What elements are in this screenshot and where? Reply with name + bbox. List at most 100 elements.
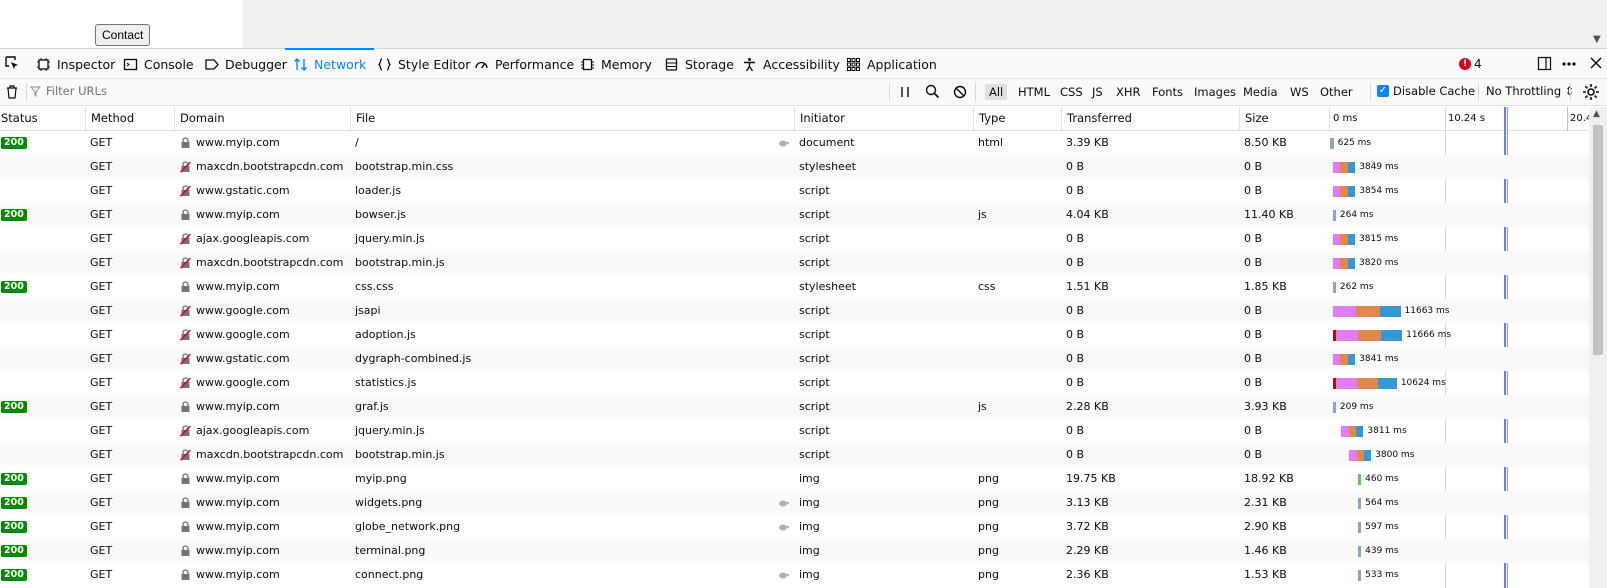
- insecure-lock-icon: [180, 305, 191, 317]
- type-cell: js: [978, 400, 987, 413]
- lock-icon: [181, 401, 190, 412]
- table-row[interactable]: 200 GET www.myip.com bowser.js script js 4.04 …: [0, 203, 1589, 227]
- scroll-up-arrow-icon[interactable]: ▲: [1593, 109, 1600, 119]
- page-scrollbar[interactable]: ▼: [1589, 0, 1607, 48]
- status-badge: 200: [1, 473, 27, 485]
- initiator-cell: img: [799, 496, 820, 509]
- column-header-file[interactable]: File: [350, 107, 794, 130]
- table-row[interactable]: 200 GET www.myip.com myip.png img png 19.75 KB…: [0, 467, 1589, 491]
- transferred-cell: 2.28 KB: [1066, 400, 1109, 413]
- size-cell: 0 B: [1244, 424, 1263, 437]
- method-cell: GET: [90, 520, 113, 533]
- element-picker-icon[interactable]: [4, 55, 20, 71]
- scroll-down-arrow-icon[interactable]: ▼: [1593, 34, 1601, 45]
- column-header-domain[interactable]: Domain: [174, 107, 350, 130]
- column-header-transferred[interactable]: Transferred: [1061, 107, 1239, 130]
- filter-urls-input[interactable]: Filter URLs: [30, 84, 107, 98]
- initiator-cell: script: [799, 208, 830, 221]
- transferred-cell: 0 B: [1066, 376, 1085, 389]
- type-cell: png: [978, 520, 999, 533]
- waterfall-segment-connect: [1356, 426, 1364, 437]
- column-header-status[interactable]: Status: [0, 107, 85, 130]
- tab-style-editor[interactable]: Style Editor: [377, 49, 470, 79]
- type-filter-other[interactable]: Other: [1316, 84, 1357, 100]
- table-row[interactable]: GET maxcdn.bootstrapcdn.com bootstrap.min.…: [0, 251, 1589, 275]
- type-filter-fonts[interactable]: Fonts: [1148, 84, 1187, 100]
- table-row[interactable]: GET www.google.com statistics.js script 0 B 0…: [0, 371, 1589, 395]
- tab-memory[interactable]: Memory: [580, 49, 652, 79]
- initiator-cell: script: [799, 352, 830, 365]
- tab-console[interactable]: Console: [123, 49, 194, 79]
- tab-performance[interactable]: Performance: [474, 49, 574, 79]
- tab-network[interactable]: Network: [284, 48, 375, 79]
- table-row[interactable]: 200 GET www.myip.com / document html 3.39 KB 8.…: [0, 131, 1589, 155]
- error-count-badge[interactable]: ! 4: [1459, 57, 1482, 71]
- block-icon[interactable]: [953, 85, 967, 99]
- size-cell: 2.31 KB: [1244, 496, 1287, 509]
- settings-gear-icon[interactable]: [1582, 83, 1600, 101]
- tab-accessibility[interactable]: Accessibility: [742, 49, 840, 79]
- dock-side-icon[interactable]: [1537, 56, 1552, 71]
- type-cell: [973, 251, 1061, 275]
- domain-cell: maxcdn.bootstrapcdn.com: [174, 251, 350, 275]
- contact-button[interactable]: Contact: [95, 24, 151, 46]
- table-row[interactable]: GET www.google.com adoption.js script 0 B 0 B…: [0, 323, 1589, 347]
- pause-icon[interactable]: [899, 85, 911, 99]
- waterfall-segment-wait: [1358, 546, 1362, 557]
- throttling-select[interactable]: No Throttling ⇕: [1486, 84, 1574, 98]
- type-filter-images[interactable]: Images: [1190, 84, 1240, 100]
- table-row[interactable]: GET www.google.com jsapi script 0 B 0 B 11663 …: [0, 299, 1589, 323]
- table-row[interactable]: 200 GET www.myip.com css.css stylesheet css 1.…: [0, 275, 1589, 299]
- type-filter-js[interactable]: JS: [1088, 84, 1107, 100]
- type-filter-html[interactable]: HTML: [1014, 84, 1054, 100]
- table-row[interactable]: GET www.gstatic.com dygraph-combined.js scr…: [0, 347, 1589, 371]
- disable-cache-checkbox[interactable]: ✓ Disable Cache: [1377, 84, 1475, 98]
- table-row[interactable]: GET maxcdn.bootstrapcdn.com bootstrap.min.…: [0, 443, 1589, 467]
- column-header-initiator[interactable]: Initiator: [794, 107, 973, 130]
- waterfall-timing-label: 3820 ms: [1359, 258, 1399, 268]
- table-row[interactable]: 200 GET www.myip.com widgets.png img png 3.13 …: [0, 491, 1589, 515]
- column-header-size[interactable]: Size: [1239, 107, 1329, 130]
- insecure-lock-icon: [180, 185, 191, 197]
- type-cell: js: [978, 208, 987, 221]
- table-row[interactable]: 200 GET www.myip.com terminal.png img png 2.29…: [0, 539, 1589, 563]
- type-filter-css[interactable]: CSS: [1056, 84, 1087, 100]
- domain-cell: www.myip.com: [174, 539, 350, 563]
- table-row[interactable]: GET maxcdn.bootstrapcdn.com bootstrap.min.…: [0, 155, 1589, 179]
- transferred-cell: 0 B: [1066, 232, 1085, 245]
- table-row[interactable]: GET ajax.googleapis.com jquery.min.js scrip…: [0, 227, 1589, 251]
- size-cell: 0 B: [1244, 304, 1263, 317]
- toolbar-separator: [889, 83, 890, 101]
- more-options-icon[interactable]: [1561, 56, 1577, 71]
- method-cell: GET: [90, 136, 113, 149]
- table-row[interactable]: GET www.gstatic.com loader.js script 0 B 0 B 3…: [0, 179, 1589, 203]
- type-filter-ws[interactable]: WS: [1286, 84, 1313, 100]
- type-filter-xhr[interactable]: XHR: [1112, 84, 1145, 100]
- checkbox-checked-icon[interactable]: ✓: [1377, 85, 1389, 97]
- waterfall-timing-label: 11666 ms: [1406, 330, 1452, 340]
- tab-debugger[interactable]: Debugger: [204, 49, 287, 79]
- tab-storage[interactable]: Storage: [664, 49, 734, 79]
- insecure-lock-icon: [180, 233, 191, 245]
- search-icon[interactable]: [925, 84, 940, 99]
- tab-application[interactable]: Application: [846, 49, 937, 79]
- type-cell: [973, 323, 1061, 347]
- request-list-scrollbar[interactable]: ▲: [1589, 107, 1607, 588]
- initiator-cell: script: [799, 400, 830, 413]
- column-header-method[interactable]: Method: [85, 107, 174, 130]
- waterfall-timing-label: 3854 ms: [1359, 186, 1399, 196]
- column-header-type[interactable]: Type: [973, 107, 1061, 130]
- type-filter-media[interactable]: Media: [1239, 84, 1282, 100]
- tab-inspector[interactable]: Inspector: [36, 49, 115, 79]
- clear-trash-icon[interactable]: [5, 84, 19, 100]
- file-cell: connect.png: [355, 568, 424, 581]
- waterfall-segment-blocked: [1332, 354, 1341, 365]
- table-row[interactable]: GET ajax.googleapis.com jquery.min.js scrip…: [0, 419, 1589, 443]
- table-row[interactable]: 200 GET www.myip.com connect.png img png 2.36 …: [0, 563, 1589, 587]
- table-row[interactable]: 200 GET www.myip.com globe_network.png img pn…: [0, 515, 1589, 539]
- type-filter-all[interactable]: All: [985, 84, 1008, 100]
- table-row[interactable]: 200 GET www.myip.com graf.js script js 2.28 KB…: [0, 395, 1589, 419]
- status-badge: 200: [1, 497, 27, 509]
- scrollbar-thumb[interactable]: [1593, 125, 1603, 355]
- close-devtools-icon[interactable]: [1589, 56, 1603, 70]
